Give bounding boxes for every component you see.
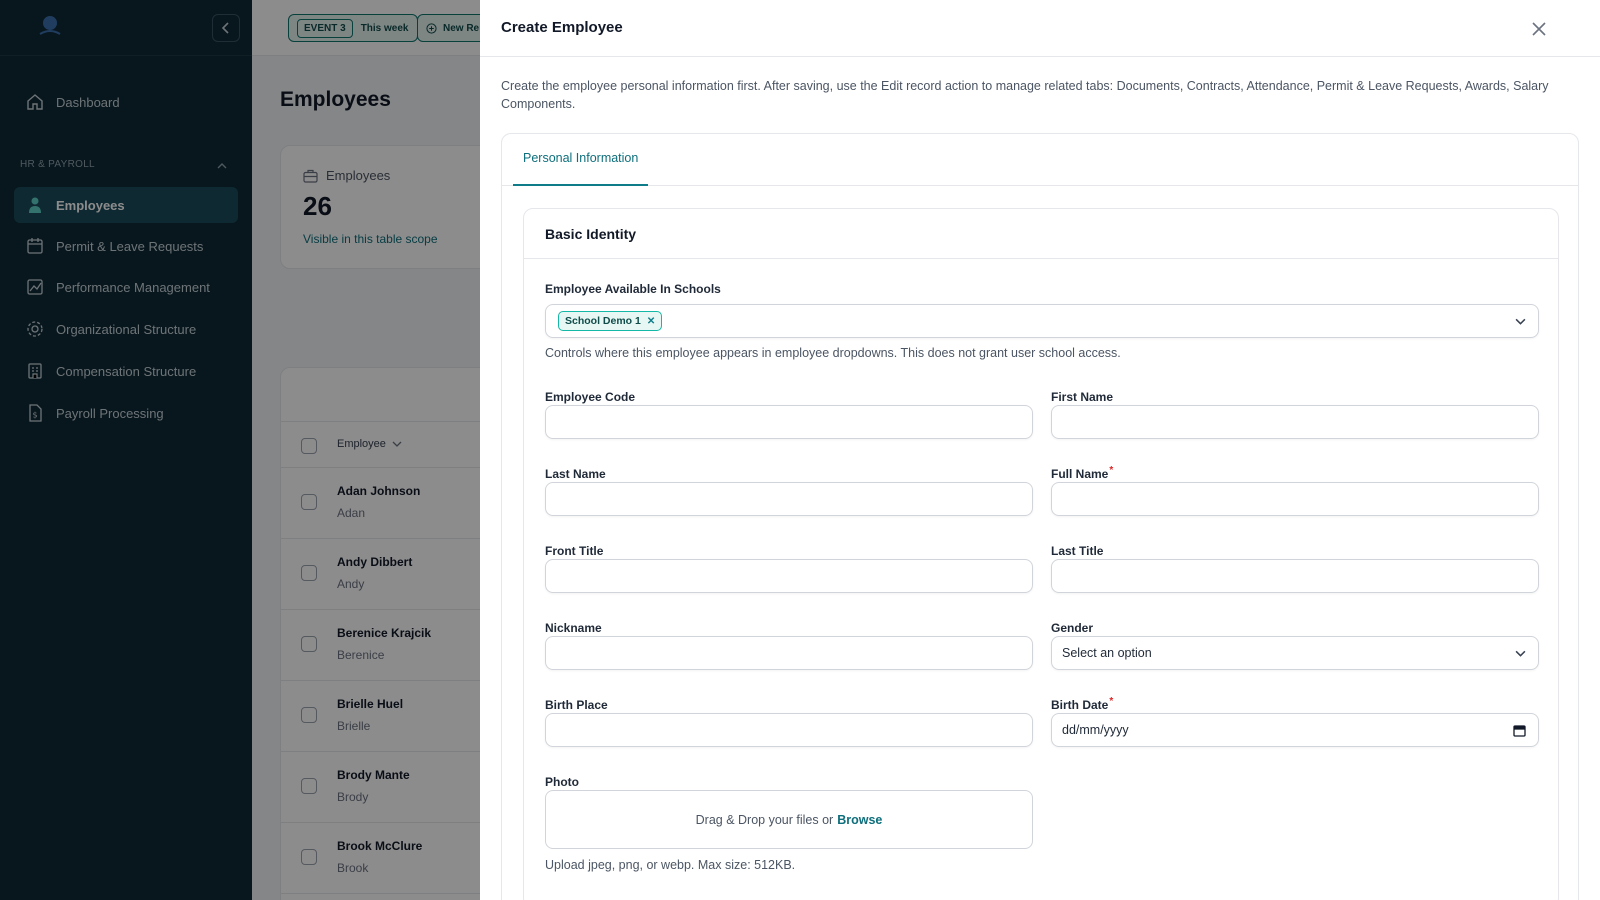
front-title-label: Front Title bbox=[545, 544, 604, 558]
required-mark: * bbox=[1109, 696, 1114, 707]
birth-date-input[interactable]: dd/mm/yyyy bbox=[1051, 713, 1539, 747]
dropzone-text: Drag & Drop your files or bbox=[695, 812, 834, 827]
calendar-icon[interactable] bbox=[1513, 724, 1526, 737]
employee-code-input[interactable] bbox=[545, 405, 1033, 439]
birth-place-input[interactable] bbox=[545, 713, 1033, 747]
photo-dropzone[interactable]: Drag & Drop your files or Browse bbox=[545, 790, 1033, 849]
schools-hint: Controls where this employee appears in … bbox=[545, 346, 1121, 360]
browse-link[interactable]: Browse bbox=[837, 813, 882, 827]
remove-chip-icon[interactable]: ✕ bbox=[647, 316, 655, 327]
tab-personal-information[interactable]: Personal Information bbox=[513, 148, 649, 186]
first-name-input[interactable] bbox=[1051, 405, 1539, 439]
schools-select[interactable]: School Demo 1 ✕ bbox=[545, 304, 1539, 338]
last-name-label: Last Name bbox=[545, 467, 606, 481]
full-name-label-text: Full Name bbox=[1051, 467, 1109, 481]
panel-description: Create the employee personal information… bbox=[501, 79, 1549, 111]
close-button[interactable] bbox=[1528, 18, 1550, 40]
required-mark: * bbox=[1109, 465, 1114, 476]
school-chip-label: School Demo 1 bbox=[565, 315, 641, 327]
full-name-input[interactable] bbox=[1051, 482, 1539, 516]
chevron-down-icon bbox=[1515, 318, 1526, 325]
close-icon bbox=[1532, 22, 1546, 36]
create-employee-panel: Create Employee Create the employee pers… bbox=[480, 0, 1600, 900]
first-name-label: First Name bbox=[1051, 390, 1114, 404]
tabs-card: Personal Information Basic Identity Empl… bbox=[501, 133, 1579, 900]
photo-hint: Upload jpeg, png, or webp. Max size: 512… bbox=[545, 858, 796, 872]
last-title-input[interactable] bbox=[1051, 559, 1539, 593]
chevron-down-icon bbox=[1515, 650, 1526, 657]
section-title: Basic Identity bbox=[545, 226, 637, 242]
birth-date-label-text: Birth Date bbox=[1051, 698, 1109, 712]
front-title-input[interactable] bbox=[545, 559, 1033, 593]
tab-bar: Personal Information bbox=[502, 134, 1578, 186]
panel-title: Create Employee bbox=[501, 19, 623, 36]
gender-select[interactable]: Select an option bbox=[1051, 636, 1539, 670]
birth-date-placeholder: dd/mm/yyyy bbox=[1062, 723, 1129, 737]
full-name-label: Full Name* bbox=[1051, 465, 1114, 481]
employee-code-label: Employee Code bbox=[545, 390, 636, 404]
basic-identity-section: Basic Identity Employee Available In Sch… bbox=[523, 208, 1559, 900]
gender-label: Gender bbox=[1051, 621, 1094, 635]
birth-date-label: Birth Date* bbox=[1051, 696, 1114, 712]
nickname-label: Nickname bbox=[545, 621, 602, 635]
photo-label: Photo bbox=[545, 775, 579, 789]
section-header: Basic Identity bbox=[524, 209, 1558, 259]
schools-label: Employee Available In Schools bbox=[545, 282, 721, 296]
last-title-label: Last Title bbox=[1051, 544, 1104, 558]
last-name-input[interactable] bbox=[545, 482, 1033, 516]
school-chip: School Demo 1 ✕ bbox=[558, 311, 663, 331]
panel-header: Create Employee bbox=[480, 0, 1600, 57]
gender-value: Select an option bbox=[1062, 646, 1152, 660]
nickname-input[interactable] bbox=[545, 636, 1033, 670]
birth-place-label: Birth Place bbox=[545, 698, 608, 712]
